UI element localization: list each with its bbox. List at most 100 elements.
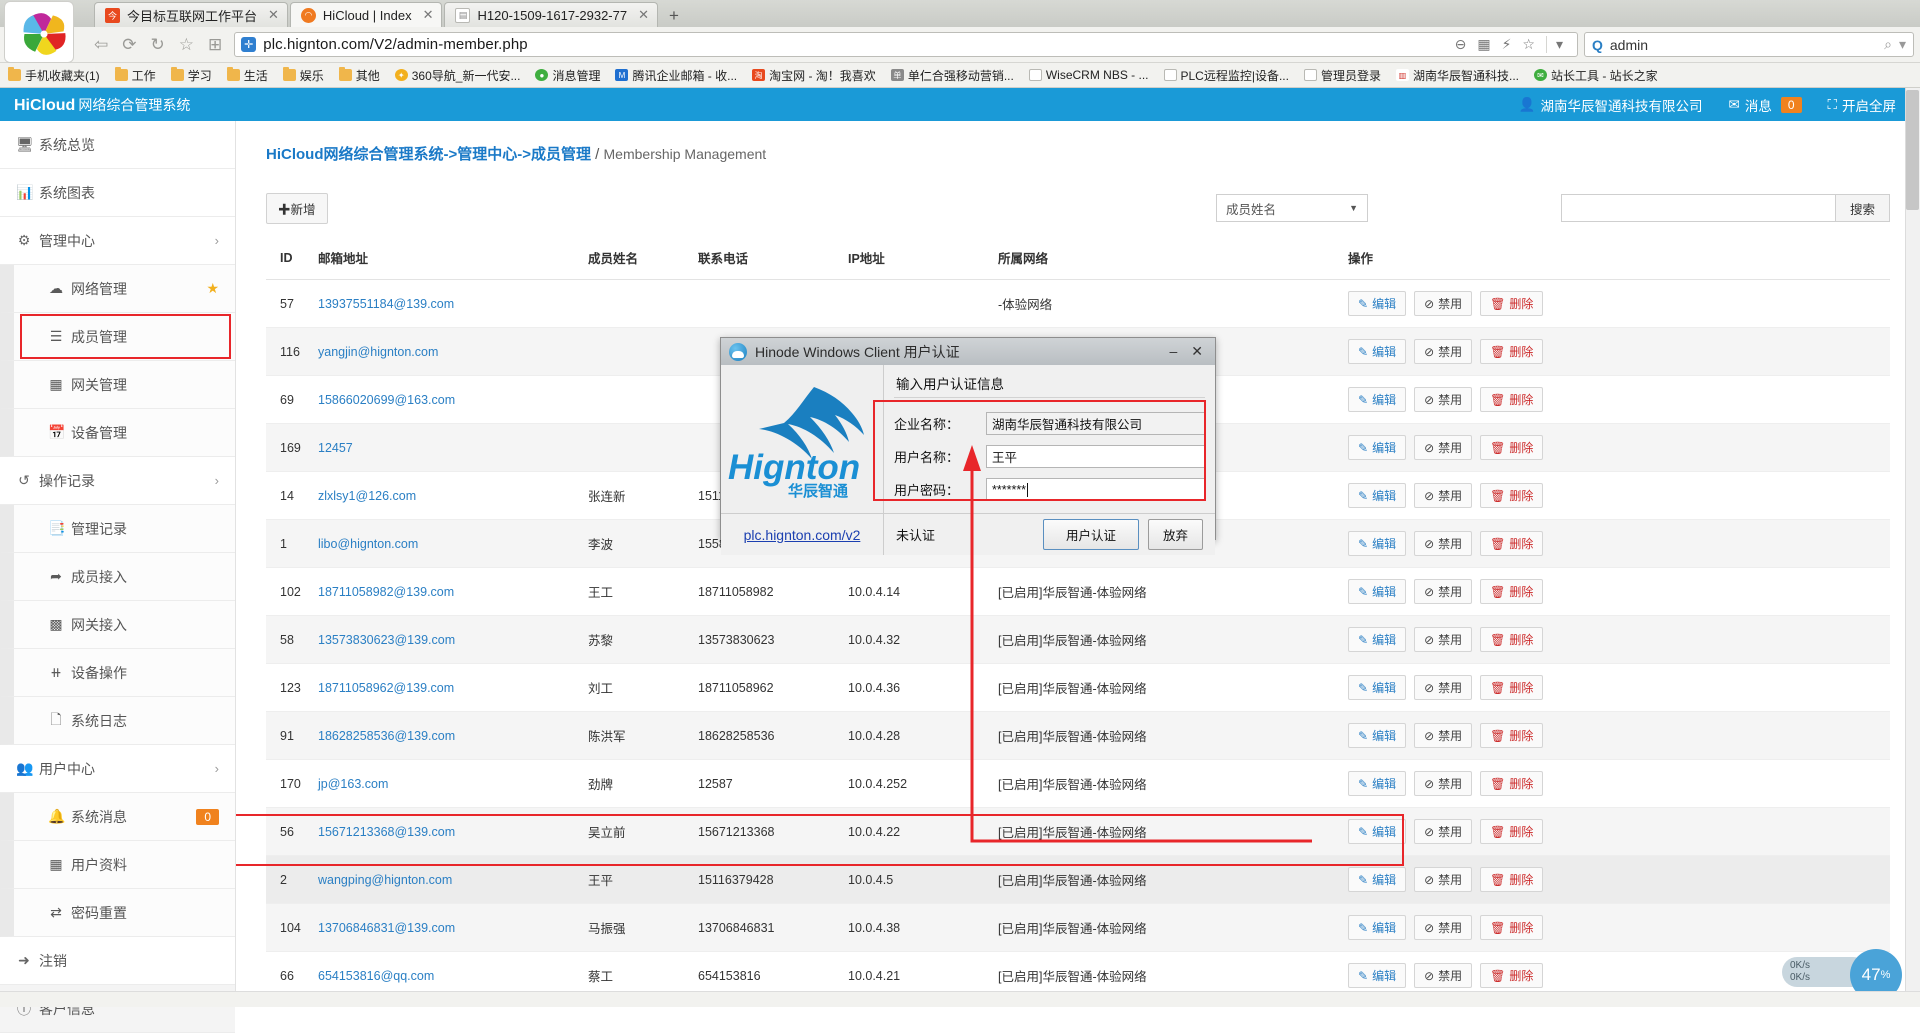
- bookmark-item[interactable]: 生活: [227, 67, 268, 84]
- email-link[interactable]: 18711058962@139.com: [318, 681, 454, 695]
- disable-button[interactable]: ⊘禁用: [1414, 627, 1472, 652]
- table-row[interactable]: 9118628258536@139.com陈洪军1862825853610.0.…: [266, 712, 1890, 760]
- bookmark-item[interactable]: 娱乐: [283, 67, 324, 84]
- browser-tab-1[interactable]: ◠ HiCloud | Index ✕: [290, 2, 443, 27]
- cell-email[interactable]: 18628258536@139.com: [312, 712, 582, 760]
- disable-button[interactable]: ⊘禁用: [1414, 675, 1472, 700]
- edit-button[interactable]: ✎编辑: [1348, 915, 1406, 940]
- bookmark-item[interactable]: PLC远程监控|设备...: [1164, 67, 1289, 84]
- apps-icon[interactable]: ⊞: [208, 35, 222, 55]
- disable-button[interactable]: ⊘禁用: [1414, 867, 1472, 892]
- dialog-title-bar[interactable]: Hinode Windows Client 用户认证 – ✕: [721, 338, 1215, 365]
- bookmark-item[interactable]: 学习: [171, 67, 212, 84]
- email-link[interactable]: jp@163.com: [318, 777, 388, 791]
- cell-email[interactable]: 13573830623@139.com: [312, 616, 582, 664]
- search-chevron-icon[interactable]: ▾: [1899, 36, 1906, 53]
- edit-button[interactable]: ✎编辑: [1348, 339, 1406, 364]
- bookmark-item[interactable]: 工作: [115, 67, 156, 84]
- email-link[interactable]: 13706846831@139.com: [318, 921, 455, 935]
- sidebar-item-gateway-management[interactable]: ▦网关管理: [0, 361, 235, 409]
- disable-button[interactable]: ⊘禁用: [1414, 579, 1472, 604]
- edit-button[interactable]: ✎编辑: [1348, 387, 1406, 412]
- zoom-out-icon[interactable]: ⊖: [1455, 36, 1467, 53]
- sidebar-item-member-management[interactable]: ☰成员管理: [0, 313, 235, 361]
- bookmark-star-icon[interactable]: ☆: [179, 35, 194, 55]
- page-scrollbar[interactable]: ▲ ▼: [1905, 88, 1920, 1007]
- sidebar-item-logout[interactable]: ➜注销: [0, 937, 235, 985]
- sidebar-item-gateway-access[interactable]: ▩网关接入: [0, 601, 235, 649]
- company-field-input[interactable]: 湖南华辰智通科技有限公司: [986, 412, 1205, 435]
- email-link[interactable]: 13573830623@139.com: [318, 633, 455, 647]
- bookmark-item[interactable]: ●消息管理: [535, 67, 600, 84]
- tab-close-icon[interactable]: ✕: [264, 7, 279, 23]
- bookmark-item[interactable]: 淘淘宝网 - 淘！我喜欢: [752, 67, 876, 84]
- search-button[interactable]: 搜索: [1836, 194, 1890, 222]
- email-link[interactable]: wangping@hignton.com: [318, 873, 452, 887]
- table-row[interactable]: 12318711058962@139.com刘工1871105896210.0.…: [266, 664, 1890, 712]
- delete-button[interactable]: 🗑删除: [1480, 723, 1543, 748]
- cell-email[interactable]: 18711058982@139.com: [312, 568, 582, 616]
- delete-button[interactable]: 🗑删除: [1480, 291, 1543, 316]
- edit-button[interactable]: ✎编辑: [1348, 723, 1406, 748]
- authenticate-button[interactable]: 用户认证: [1043, 519, 1139, 550]
- cell-email[interactable]: 13706846831@139.com: [312, 904, 582, 952]
- delete-button[interactable]: 🗑删除: [1480, 915, 1543, 940]
- email-link[interactable]: libo@hignton.com: [318, 537, 418, 551]
- bookmark-item[interactable]: WiseCRM NBS - ...: [1029, 68, 1149, 82]
- cell-email[interactable]: yangjin@hignton.com: [312, 328, 582, 376]
- bookmark-item[interactable]: ✉站长工具 - 站长之家: [1534, 67, 1658, 84]
- delete-button[interactable]: 🗑删除: [1480, 819, 1543, 844]
- tab-close-icon[interactable]: ✕: [634, 7, 649, 23]
- email-link[interactable]: 15866020699@163.com: [318, 393, 455, 407]
- disable-button[interactable]: ⊘禁用: [1414, 771, 1472, 796]
- sidebar-item-system-log[interactable]: 🗋系统日志: [0, 697, 235, 745]
- email-link[interactable]: 15671213368@139.com: [318, 825, 455, 839]
- delete-button[interactable]: 🗑删除: [1480, 675, 1543, 700]
- star-icon[interactable]: ★: [206, 280, 219, 297]
- delete-button[interactable]: 🗑删除: [1480, 627, 1543, 652]
- chevron-down-icon[interactable]: ▾: [1546, 36, 1563, 53]
- qrcode-icon[interactable]: ▦: [1477, 36, 1490, 53]
- cell-email[interactable]: libo@hignton.com: [312, 520, 582, 568]
- sidebar-group-operation-records[interactable]: ↺操作记录›: [0, 457, 235, 505]
- disable-button[interactable]: ⊘禁用: [1414, 915, 1472, 940]
- browser-search-input[interactable]: Q admin ⌕ ▾: [1584, 32, 1914, 57]
- bookmark-item[interactable]: ✦360导航_新一代安...: [395, 67, 521, 84]
- sidebar-item-user-profile[interactable]: ▦用户资料: [0, 841, 235, 889]
- email-link[interactable]: yangjin@hignton.com: [318, 345, 438, 359]
- bookmark-item[interactable]: 单单仁合强移动营销...: [891, 67, 1014, 84]
- delete-button[interactable]: 🗑删除: [1480, 387, 1543, 412]
- delete-button[interactable]: 🗑删除: [1480, 531, 1543, 556]
- delete-button[interactable]: 🗑删除: [1480, 963, 1543, 988]
- email-link[interactable]: 12457: [318, 441, 353, 455]
- edit-button[interactable]: ✎编辑: [1348, 771, 1406, 796]
- cell-email[interactable]: wangping@hignton.com: [312, 856, 582, 904]
- table-row[interactable]: 10413706846831@139.com马振强1370684683110.0…: [266, 904, 1890, 952]
- sidebar-item-admin-records[interactable]: 📑管理记录: [0, 505, 235, 553]
- email-link[interactable]: 18711058982@139.com: [318, 585, 454, 599]
- sidebar-group-admin-center[interactable]: ⚙管理中心›: [0, 217, 235, 265]
- disable-button[interactable]: ⊘禁用: [1414, 819, 1472, 844]
- app-brand[interactable]: HiCloud网络综合管理系统: [14, 95, 190, 115]
- email-link[interactable]: 18628258536@139.com: [318, 729, 455, 743]
- disable-button[interactable]: ⊘禁用: [1414, 483, 1472, 508]
- disable-button[interactable]: ⊘禁用: [1414, 387, 1472, 412]
- disable-button[interactable]: ⊘禁用: [1414, 339, 1472, 364]
- edit-button[interactable]: ✎编辑: [1348, 819, 1406, 844]
- delete-button[interactable]: 🗑删除: [1480, 771, 1543, 796]
- edit-button[interactable]: ✎编辑: [1348, 531, 1406, 556]
- new-tab-button[interactable]: +: [660, 5, 688, 27]
- header-company[interactable]: 👤 湖南华辰智通科技有限公司: [1519, 95, 1703, 115]
- sidebar-item-system-messages[interactable]: 🔔系统消息0: [0, 793, 235, 841]
- forward-icon[interactable]: ⟳: [122, 35, 136, 55]
- edit-button[interactable]: ✎编辑: [1348, 435, 1406, 460]
- table-row[interactable]: 5813573830623@139.com苏黎1357383062310.0.4…: [266, 616, 1890, 664]
- cell-email[interactable]: 18711058962@139.com: [312, 664, 582, 712]
- header-messages[interactable]: ✉ 消息 0: [1729, 95, 1802, 115]
- delete-button[interactable]: 🗑删除: [1480, 867, 1543, 892]
- table-row[interactable]: 10218711058982@139.com王工1871105898210.0.…: [266, 568, 1890, 616]
- bookmark-item[interactable]: M腾讯企业邮箱 - 收...: [615, 67, 737, 84]
- edit-button[interactable]: ✎编辑: [1348, 675, 1406, 700]
- cell-email[interactable]: zlxlsy1@126.com: [312, 472, 582, 520]
- auth-dialog[interactable]: Hinode Windows Client 用户认证 – ✕ Hignton 华…: [720, 337, 1216, 540]
